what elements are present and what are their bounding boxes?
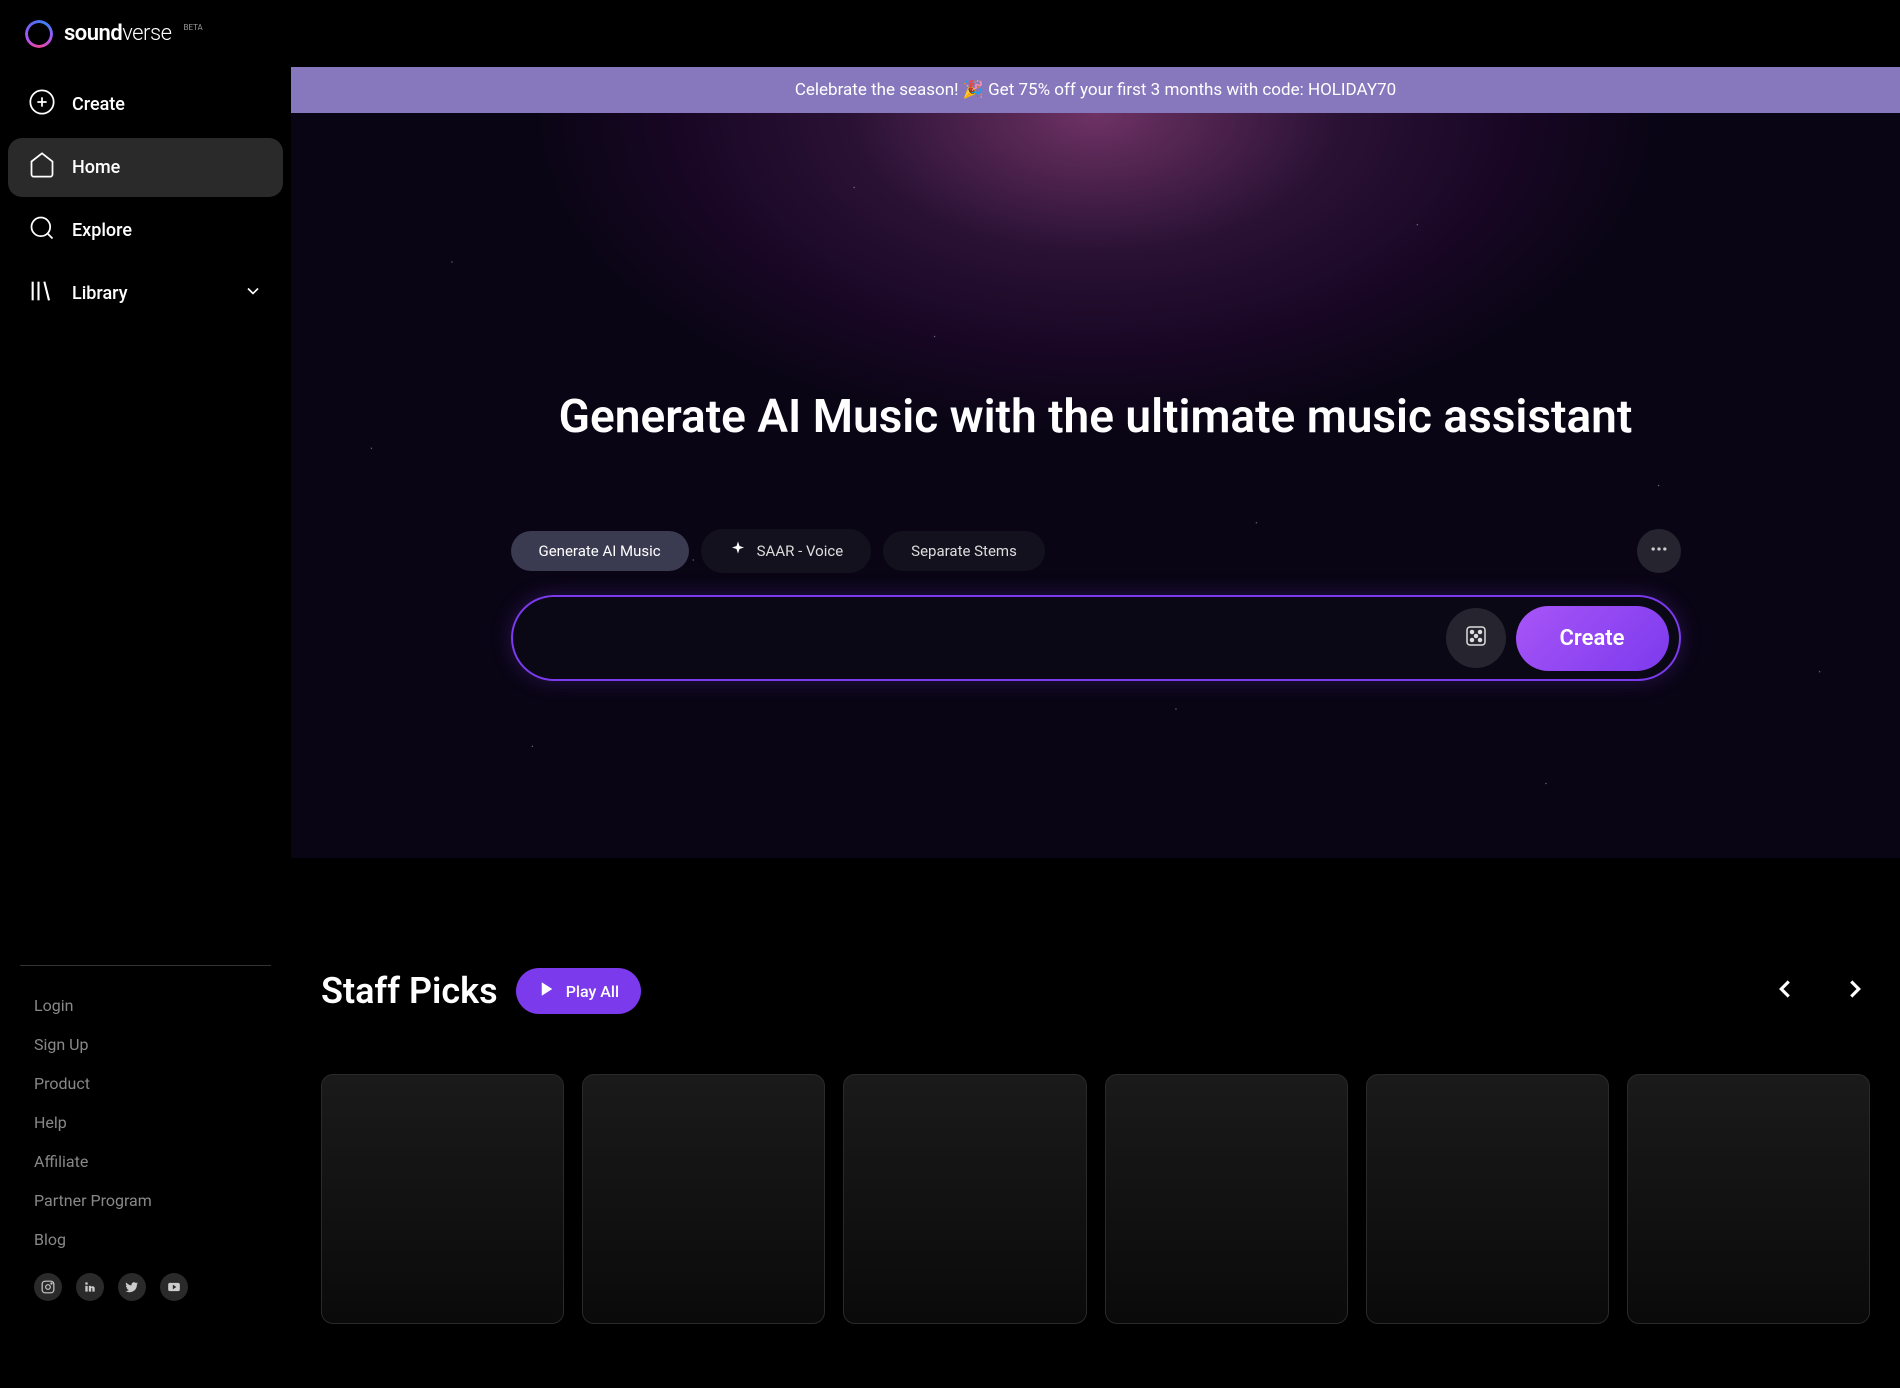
logo-icon — [22, 17, 56, 51]
section-header: Staff Picks Play All — [321, 968, 1870, 1014]
logo-text: soundverse — [64, 21, 171, 46]
promo-text: Celebrate the season! 🎉 Get 75% off your… — [795, 80, 1396, 100]
play-icon — [538, 980, 556, 1002]
prompt-input-container: Create — [511, 595, 1681, 681]
carousel-nav — [1770, 974, 1870, 1008]
sidebar-item-label: Home — [72, 157, 120, 178]
home-icon — [28, 151, 56, 184]
footer-link-help[interactable]: Help — [8, 1103, 283, 1142]
chip-separate-stems[interactable]: Separate Stems — [883, 531, 1045, 571]
prompt-input[interactable] — [543, 628, 1446, 649]
prev-button[interactable] — [1770, 974, 1800, 1008]
dice-icon — [1464, 624, 1488, 652]
social-row — [8, 1259, 283, 1301]
main-content: Celebrate the season! 🎉 Get 75% off your… — [291, 67, 1900, 1354]
sidebar-item-label: Library — [72, 283, 128, 304]
card-row — [321, 1074, 1870, 1324]
music-card[interactable] — [1366, 1074, 1609, 1324]
footer-link-signup[interactable]: Sign Up — [8, 1025, 283, 1064]
beta-badge: BETA — [183, 23, 202, 32]
play-all-button[interactable]: Play All — [516, 968, 641, 1014]
library-icon — [28, 277, 56, 310]
linkedin-icon[interactable] — [76, 1273, 104, 1301]
music-card[interactable] — [1627, 1074, 1870, 1324]
sparkle-icon — [729, 540, 747, 562]
sidebar-item-label: Explore — [72, 220, 132, 241]
music-card[interactable] — [321, 1074, 564, 1324]
chip-row: Generate AI Music SAAR - Voice Separate … — [511, 529, 1681, 573]
chip-label: Separate Stems — [911, 542, 1017, 560]
section-title: Staff Picks — [321, 970, 498, 1012]
music-card[interactable] — [582, 1074, 825, 1324]
chip-generate-music[interactable]: Generate AI Music — [511, 531, 689, 571]
chip-label: Generate AI Music — [539, 542, 661, 560]
play-all-label: Play All — [566, 982, 619, 1001]
sidebar-item-label: Create — [72, 94, 125, 115]
sidebar-item-explore[interactable]: Explore — [8, 201, 283, 260]
instagram-icon[interactable] — [34, 1273, 62, 1301]
more-options-button[interactable] — [1637, 529, 1681, 573]
footer-link-product[interactable]: Product — [8, 1064, 283, 1103]
sidebar-item-create[interactable]: Create — [8, 75, 283, 134]
hero-title: Generate AI Music with the ultimate musi… — [559, 390, 1633, 444]
app-header: soundverse BETA — [0, 0, 1900, 67]
create-button[interactable]: Create — [1516, 606, 1669, 671]
sidebar: Create Home Explore Library Login S — [0, 67, 291, 1321]
footer-link-partner[interactable]: Partner Program — [8, 1181, 283, 1220]
chevron-right-icon — [1840, 974, 1870, 1008]
hero-section: Generate AI Music with the ultimate musi… — [291, 113, 1900, 858]
sidebar-item-home[interactable]: Home — [8, 138, 283, 197]
next-button[interactable] — [1840, 974, 1870, 1008]
footer-link-affiliate[interactable]: Affiliate — [8, 1142, 283, 1181]
music-card[interactable] — [1105, 1074, 1348, 1324]
dots-icon — [1649, 539, 1669, 563]
promo-banner: Celebrate the season! 🎉 Get 75% off your… — [291, 67, 1900, 113]
twitter-icon[interactable] — [118, 1273, 146, 1301]
chip-label: SAAR - Voice — [757, 542, 844, 560]
footer-link-blog[interactable]: Blog — [8, 1220, 283, 1259]
youtube-icon[interactable] — [160, 1273, 188, 1301]
footer-link-login[interactable]: Login — [8, 986, 283, 1025]
randomize-button[interactable] — [1446, 608, 1506, 668]
search-icon — [28, 214, 56, 247]
chip-saar-voice[interactable]: SAAR - Voice — [701, 529, 872, 573]
sidebar-divider — [20, 965, 271, 966]
chevron-left-icon — [1770, 974, 1800, 1008]
chevron-down-icon — [243, 281, 263, 306]
staff-picks-section: Staff Picks Play All — [291, 858, 1900, 1354]
plus-circle-icon — [28, 88, 56, 121]
sidebar-item-library[interactable]: Library — [8, 264, 283, 323]
music-card[interactable] — [843, 1074, 1086, 1324]
brand-logo[interactable]: soundverse BETA — [22, 17, 203, 51]
